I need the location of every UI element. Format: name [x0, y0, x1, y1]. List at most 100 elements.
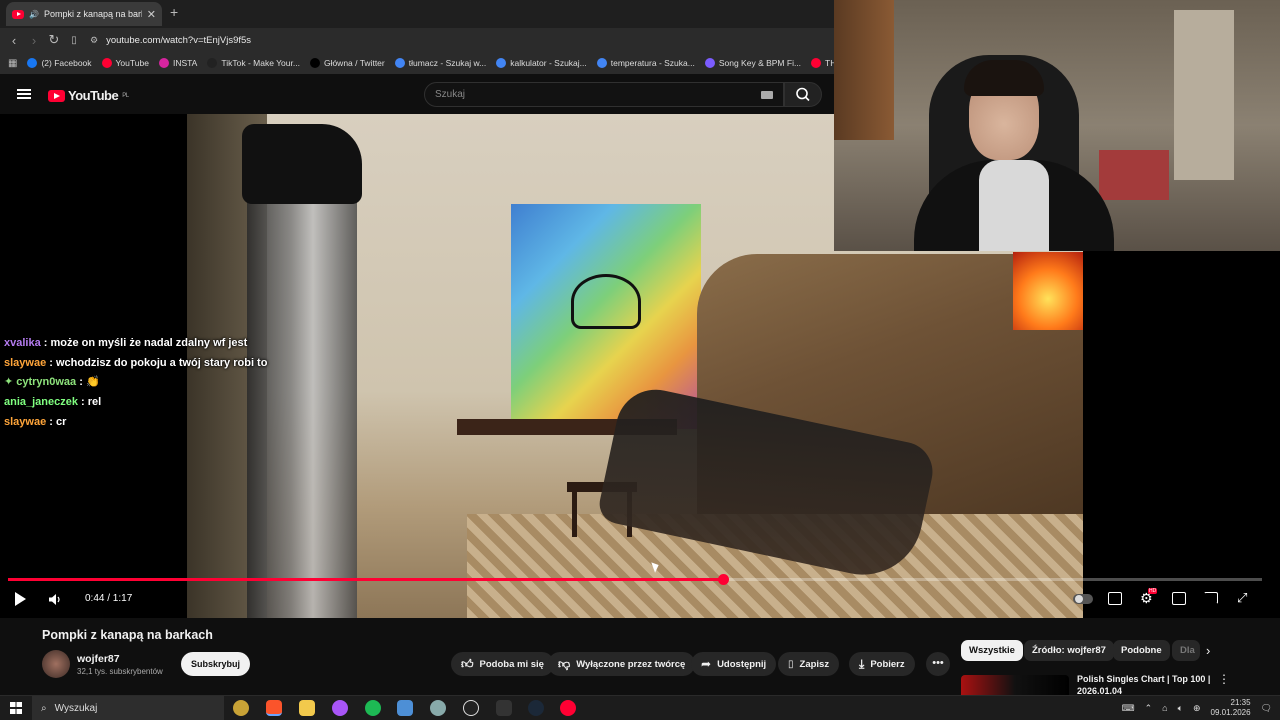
apps-grid-icon[interactable]: ▦: [8, 58, 17, 69]
dislike-label: Wyłączone przez twórcę: [576, 658, 686, 670]
bookmark-label: kalkulator - Szukaj...: [510, 58, 587, 68]
cam-shelf: [834, 0, 894, 140]
filter-chip[interactable]: Dla: [1172, 640, 1200, 661]
file-explorer-icon[interactable]: [299, 700, 315, 716]
channel-avatar[interactable]: [42, 650, 70, 678]
brave-browser-icon[interactable]: [266, 700, 282, 716]
bookmark-item[interactable]: kalkulator - Szukaj...: [496, 58, 587, 68]
filter-chip[interactable]: Wszystkie: [961, 640, 1023, 661]
youtube-logo[interactable]: YouTube PL: [48, 88, 129, 103]
settings-gear-icon[interactable]: ⚙ HD: [1140, 588, 1158, 607]
reload-icon[interactable]: ↻: [44, 32, 64, 48]
autoplay-toggle[interactable]: [1073, 594, 1093, 604]
steam-like-icon[interactable]: [463, 700, 479, 716]
bookmark-item[interactable]: Główna / Twitter: [309, 58, 385, 68]
recommended-thumbnail[interactable]: [961, 675, 1069, 695]
recommended-title[interactable]: Polish Singles Chart | Top 100 | 2026.01…: [1077, 673, 1215, 695]
scene-fire-poster: [1013, 252, 1083, 330]
chat-text: rel: [87, 396, 102, 409]
taskbar-search[interactable]: ⌕ Wyszukaj: [32, 696, 224, 720]
theater-mode-icon[interactable]: [1172, 592, 1186, 605]
more-actions-icon[interactable]: •••: [926, 652, 950, 676]
bookmark-label: (2) Facebook: [41, 58, 92, 68]
tray-chevron-icon[interactable]: ⌃: [1145, 703, 1153, 714]
logo-region: PL: [122, 92, 129, 99]
filter-chip[interactable]: Podobne: [1113, 640, 1170, 661]
scene-machine-seat: [242, 124, 362, 204]
taskbar-app-icon-2[interactable]: [430, 700, 446, 716]
new-tab-button[interactable]: +: [170, 4, 178, 20]
taskbar-clock[interactable]: 21:35 09.01.2026: [1211, 698, 1251, 718]
recommended-menu-icon[interactable]: ⋮: [1218, 672, 1230, 686]
progress-fill: [8, 578, 723, 581]
cast-icon[interactable]: [1204, 592, 1218, 604]
close-tab-icon[interactable]: ✕: [147, 8, 156, 21]
notifications-icon[interactable]: 🗨︎: [1261, 703, 1272, 714]
photos-icon[interactable]: [397, 700, 413, 716]
bookmark-favicon-icon: [27, 58, 38, 68]
search-button[interactable]: [784, 82, 822, 107]
speaker-tray-icon[interactable]: 🔈︎: [1178, 703, 1183, 714]
bookmark-item[interactable]: TikTok - Make Your...: [207, 58, 300, 68]
bookmark-item[interactable]: YouTube: [101, 58, 149, 68]
bookmark-item[interactable]: temperatura - Szuka...: [596, 58, 695, 68]
cam-shirt: [979, 160, 1049, 251]
play-icon[interactable]: [15, 592, 26, 606]
channel-name[interactable]: wojfer87: [77, 653, 120, 665]
browser-tab[interactable]: 🔊 Pompki z kanapą na barkach ✕: [6, 2, 162, 26]
bookmark-item[interactable]: Song Key & BPM Fi...: [704, 58, 801, 68]
share-button[interactable]: ➦ Udostępnij: [691, 652, 777, 676]
volume-icon[interactable]: [49, 594, 61, 605]
bookmark-item[interactable]: INSTA: [158, 58, 197, 68]
subscribe-button[interactable]: Subskrybuj: [181, 652, 251, 676]
windows-start-icon[interactable]: [10, 702, 22, 714]
back-icon[interactable]: ‹: [4, 33, 24, 48]
filter-chip[interactable]: Źródło: wojfer87: [1024, 640, 1114, 661]
chat-message: slaywae : wchodzisz do pokoju a twój sta…: [4, 354, 267, 374]
taskbar-app-icon-3[interactable]: [496, 700, 512, 716]
chevron-right-icon[interactable]: ›: [1206, 643, 1210, 658]
system-tray: ⌨ ⌃ ⌂ 🔈︎ ⊕ 21:35 09.01.2026 🗨︎: [1122, 696, 1272, 720]
fullscreen-icon[interactable]: ⤢: [1237, 590, 1247, 606]
forward-icon[interactable]: ›: [24, 33, 44, 48]
messenger-icon[interactable]: [332, 700, 348, 716]
like-label: Podoba mi się: [479, 658, 544, 670]
menu-icon[interactable]: [17, 89, 31, 99]
windows-taskbar: ⌕ Wyszukaj ⌨ ⌃ ⌂ 🔈︎ ⊕ 21:35 09.01.2026 🗨…: [0, 695, 1280, 720]
logo-text: YouTube: [68, 88, 119, 103]
save-button[interactable]: ▯ Zapisz: [778, 652, 840, 676]
bookmark-favicon-icon: [309, 58, 320, 68]
thumbs-down-icon: 👎︎: [558, 656, 571, 671]
steam-icon[interactable]: [528, 700, 544, 716]
search-input[interactable]: Szukaj: [424, 82, 784, 107]
scrubber-handle[interactable]: [717, 574, 729, 585]
youtube-app-icon[interactable]: [560, 700, 576, 716]
bookmark-favicon-icon: [811, 58, 822, 68]
keyboard-layout-icon[interactable]: ⌨: [1122, 703, 1135, 714]
dislike-button[interactable]: 👎︎ Wyłączone przez twórcę: [548, 652, 696, 676]
bookmark-item[interactable]: (2) Facebook: [27, 58, 92, 68]
network-icon[interactable]: ⌂: [1162, 703, 1167, 713]
bookmark-label: tłumacz - Szukaj w...: [408, 58, 487, 68]
bookmark-label: TikTok - Make Your...: [221, 58, 300, 68]
bookmark-favicon-icon: [596, 58, 607, 68]
bookmark-item[interactable]: TH: [811, 58, 834, 68]
subtitles-icon[interactable]: [1108, 592, 1122, 605]
progress-bar[interactable]: [8, 574, 1262, 585]
bookmarks-bar: ▦ (2) Facebook YouTube INSTA TikTok - Make …: [0, 52, 834, 74]
like-button[interactable]: 👍︎ Podoba mi się: [451, 652, 554, 676]
stream-chat-overlay: xvalika : może on myśli że nadal zdalny …: [4, 334, 267, 433]
scene-lotus: [571, 274, 641, 329]
taskbar-app-icon[interactable]: [233, 700, 249, 716]
site-info-icon[interactable]: ⚙: [90, 35, 98, 46]
bookmark-favicon-icon: [207, 58, 218, 68]
url-field[interactable]: youtube.com/watch?v=tEnjVjs9f5s: [106, 35, 251, 46]
spotify-icon[interactable]: [365, 700, 381, 716]
bookmark-item[interactable]: tłumacz - Szukaj w...: [394, 58, 487, 68]
search-icon: [796, 87, 810, 102]
download-button[interactable]: ⤓ Pobierz: [849, 652, 915, 676]
chat-username: cytryn0waa: [16, 376, 77, 389]
bookmark-icon[interactable]: ▯: [64, 35, 84, 46]
keyboard-icon[interactable]: [761, 91, 773, 99]
tray-icon[interactable]: ⊕: [1193, 703, 1201, 714]
